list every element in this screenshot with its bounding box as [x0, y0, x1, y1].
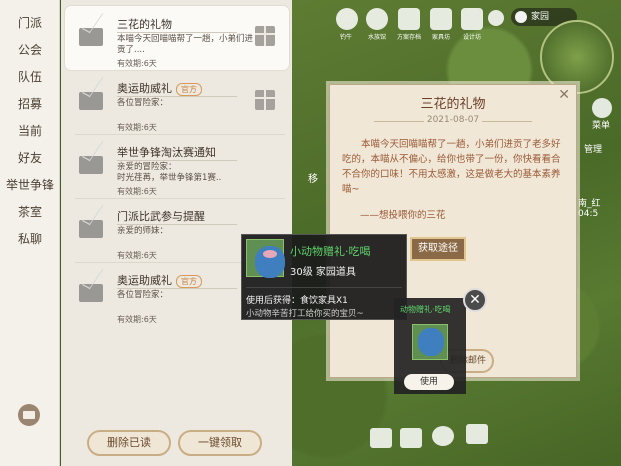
gift-icon: [255, 90, 275, 110]
divider: [117, 96, 237, 97]
mail-icon[interactable]: [18, 404, 40, 426]
envelope-icon: [79, 284, 103, 302]
mail-preview: 亲爱的冒险家： 时光荏苒，举世争锋第1赛..: [117, 162, 222, 183]
official-badge: 官方: [176, 83, 202, 96]
envelope-icon: [79, 156, 103, 174]
hud-label: 设计坊: [462, 34, 481, 41]
letter-signature: ——想投喂你的三花: [360, 210, 446, 221]
manage-label[interactable]: 管理: [584, 142, 602, 155]
item-name: 小动物赠礼·吃喝: [290, 245, 371, 258]
save-plan-icon[interactable]: [398, 8, 420, 30]
attachment-popup: 动物赠礼·吃喝 使用: [394, 298, 466, 394]
mail-list-panel: 三花的礼物 本喵今天回喵喵帮了一趟，小弟们进贡了.... 有效期:6天 奥运助威…: [61, 0, 292, 466]
cooking-pot-icon[interactable]: [400, 428, 422, 448]
category-friends[interactable]: 好友: [0, 149, 60, 166]
design-workshop-icon[interactable]: [461, 8, 483, 30]
mail-preview: 各位冒险家：: [117, 290, 169, 300]
mail-title-text: 奥运助威礼: [117, 274, 172, 287]
refresh-icon[interactable]: [488, 10, 504, 26]
item-description: 小动物辛苦打工给你买的宝贝~: [246, 309, 364, 319]
mail-expiry: 有效期:6天: [117, 187, 157, 196]
close-icon[interactable]: ✕: [463, 288, 487, 312]
mail-item[interactable]: 举世争锋淘汰赛通知 亲爱的冒险家： 时光荏苒，举世争锋第1赛.. 有效期:6天: [65, 134, 289, 198]
use-button[interactable]: 使用: [404, 374, 454, 390]
envelope-icon: [79, 220, 103, 238]
gift-bag-icon: [418, 328, 444, 356]
divider: [117, 160, 237, 161]
mail-item[interactable]: 奥运助威礼 官方 各位冒险家： 有效期:6天: [65, 70, 289, 134]
furniture-workshop-icon[interactable]: [430, 8, 452, 30]
mail-preview: 本喵今天回喵喵帮了一趟，小弟们进贡了....: [117, 34, 254, 55]
aquarium-icon[interactable]: [366, 8, 388, 30]
mail-title: 举世争锋淘汰赛通知: [117, 146, 216, 159]
claim-all-button[interactable]: 一键领取: [178, 430, 262, 456]
move-label: 移: [308, 174, 318, 185]
mail-expiry: 有效期:6天: [117, 251, 157, 260]
divider: [117, 224, 237, 225]
mail-expiry: 有效期:6天: [117, 59, 157, 68]
category-team[interactable]: 队伍: [0, 68, 60, 85]
category-guild[interactable]: 公会: [0, 41, 60, 58]
clock-icon[interactable]: [432, 426, 454, 446]
mail-title-text: 奥运助威礼: [117, 82, 172, 95]
mail-title: 门派比武参与提醒: [117, 210, 205, 223]
camera-icon[interactable]: [370, 428, 392, 448]
menu-label: 菜单: [592, 121, 611, 131]
item-icon[interactable]: [412, 324, 448, 360]
hud-label: 水族馆: [367, 34, 386, 41]
category-private-chat[interactable]: 私聊: [0, 230, 60, 247]
letter-title: 三花的礼物: [420, 97, 486, 112]
divider: [117, 32, 237, 33]
gift-icon: [255, 26, 275, 46]
menu-icon[interactable]: [592, 98, 612, 118]
gift-bag-icon: [255, 246, 285, 278]
mail-expiry: 有效期:6天: [117, 315, 157, 324]
official-badge: 官方: [176, 275, 202, 288]
mail-title: 三花的礼物: [117, 18, 172, 31]
mail-title: 奥运助威礼 官方: [117, 272, 202, 288]
delete-read-button[interactable]: 删除已读: [87, 430, 171, 456]
mail-expiry: 有效期:6天: [117, 123, 157, 132]
chat-category-sidebar: 门派 公会 队伍 招募 当前 好友 举世争锋 茶室 私聊: [0, 0, 60, 466]
fishing-icon[interactable]: [336, 8, 358, 30]
category-recruit[interactable]: 招募: [0, 95, 60, 112]
support-icon[interactable]: [466, 424, 488, 444]
item-icon: [246, 239, 285, 278]
mail-preview: 亲爱的师妹：: [117, 226, 169, 236]
mail-title: 奥运助威礼 官方: [117, 80, 202, 96]
obtain-path-button[interactable]: 获取途径: [410, 237, 466, 261]
minimap[interactable]: [540, 20, 614, 94]
hud-label: 方案存档: [396, 34, 421, 41]
category-current[interactable]: 当前: [0, 122, 60, 139]
divider: [117, 288, 237, 289]
envelope-icon: [79, 92, 103, 110]
item-tooltip: 小动物赠礼·吃喝 30级 家园道具 使用后获得：食饮家具X1 小动物辛苦打工给你…: [241, 234, 407, 320]
category-world-contest[interactable]: 举世争锋: [0, 176, 60, 193]
divider: [246, 287, 402, 288]
item-level: 30级 家园道具: [290, 267, 356, 278]
mail-item[interactable]: 三花的礼物 本喵今天回喵喵帮了一趟，小弟们进贡了.... 有效期:6天: [65, 6, 289, 70]
category-sect[interactable]: 门派: [0, 14, 60, 31]
mail-preview: 各位冒险家：: [117, 98, 169, 108]
category-tea-room[interactable]: 茶室: [0, 203, 60, 220]
item-use-effect: 使用后获得：食饮家具X1: [246, 296, 348, 306]
location-readout: 南_红 04:5: [578, 199, 601, 219]
letter-body: 本喵今天回喵喵帮了一趟，小弟们进贡了老多好吃的，本喵从不偏心，给你也带了一份，你…: [342, 139, 561, 195]
envelope-icon: [79, 28, 103, 46]
attachment-title: 动物赠礼·吃喝: [400, 305, 451, 314]
letter-date: 2021-08-07: [330, 115, 576, 125]
